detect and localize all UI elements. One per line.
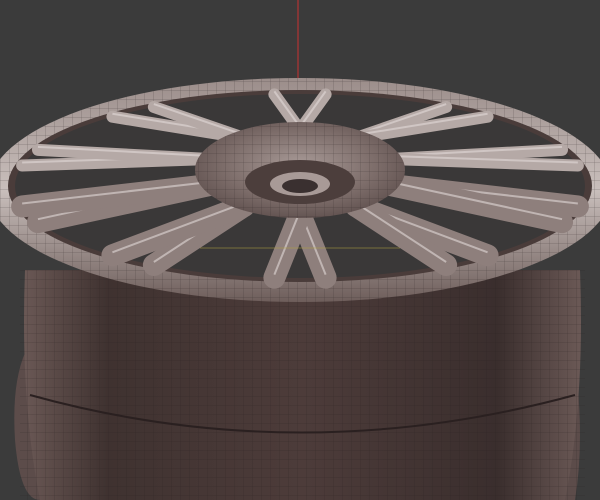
3d-viewport[interactable] (0, 0, 600, 500)
wheel-render (0, 0, 600, 500)
